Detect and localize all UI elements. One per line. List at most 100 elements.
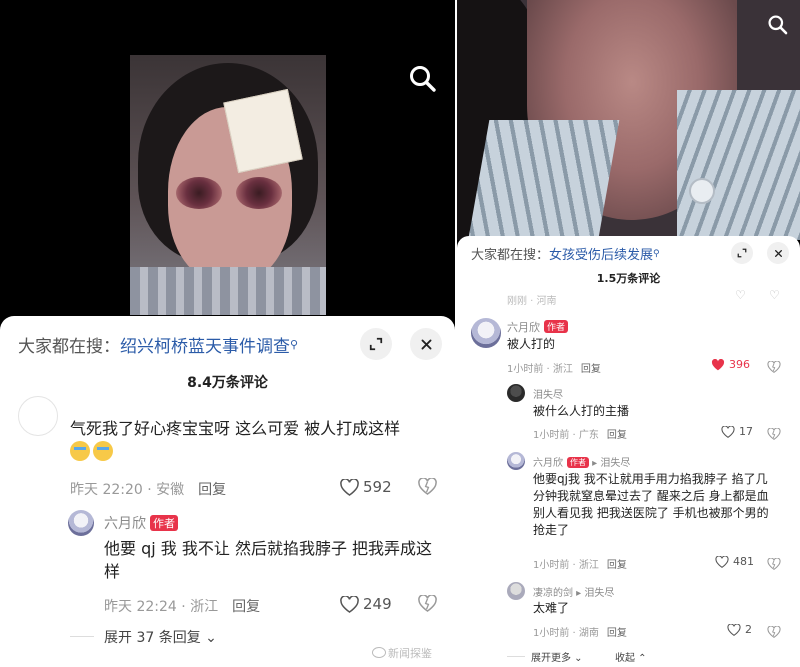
search-suggestion[interactable]: 大家都在搜：女孩受伤后续发展⚲ [471, 244, 660, 263]
chevron-up-icon: ⌃ [635, 653, 647, 664]
comment-count: 1.5万条评论 [596, 272, 661, 285]
photo-gown [130, 267, 326, 315]
comment-username[interactable]: 六月欣 作者 [104, 513, 178, 533]
comment-text: 被人打的 [507, 337, 556, 351]
comment-text-content: 气死我了好心疼宝宝呀 这么可爱 被人打成这样 [70, 419, 401, 438]
search-icon[interactable] [767, 14, 789, 36]
author-badge: 作者 [544, 320, 569, 333]
dislike-icon[interactable] [767, 358, 781, 377]
comment-text: 被什么人打的主播 [533, 404, 630, 418]
comment-meta: 昨天 22:20 · 安徽 回复 [70, 479, 226, 499]
avatar[interactable] [18, 396, 58, 436]
expand-replies-label: 展开 37 条回复 [104, 630, 201, 646]
reply-button[interactable]: 回复 [198, 482, 226, 498]
comment-username[interactable]: 六月欣 作者 [507, 319, 569, 335]
heart-icon [340, 595, 359, 613]
close-icon[interactable] [410, 328, 442, 360]
comment-sheet: 大家都在搜：女孩受伤后续发展⚲ 1.5万条评论 刚刚 · 河南 ♡ ♡ 六月欣作… [457, 236, 800, 667]
reply-button[interactable]: 回复 [607, 628, 627, 639]
search-suggestion[interactable]: 大家都在搜：绍兴柯桥蓝天事件调查⚲ [18, 332, 298, 357]
search-suggestion-query[interactable]: 女孩受伤后续发展 [549, 248, 653, 263]
comment-time: 1小时前 · 浙江 [507, 364, 573, 375]
like-count: 17 [739, 425, 753, 438]
like-count: 396 [729, 358, 750, 371]
avatar[interactable] [507, 582, 525, 600]
watermark-text: 新闻探鉴 [388, 647, 432, 660]
dislike-icon[interactable] [418, 594, 437, 616]
comment-sheet: 大家都在搜：绍兴柯桥蓝天事件调查⚲ 8.4万条评论 气死我了好心疼宝宝呀 这么可… [0, 316, 455, 667]
dislike-icon[interactable] [767, 623, 781, 642]
reply-arrow-icon: ▸ [573, 588, 585, 599]
avatar[interactable] [507, 384, 525, 402]
close-icon[interactable] [767, 242, 789, 264]
expand-more-label: 展开更多 [531, 653, 571, 664]
reply-button[interactable]: 回复 [581, 364, 601, 375]
expand-more-button[interactable]: 展开更多 ⌄ [531, 649, 583, 664]
photo-eye-right [236, 177, 282, 209]
video-frame-neck[interactable] [457, 0, 800, 240]
reply-to-username[interactable]: 泪失尽 [600, 458, 630, 469]
like-button[interactable]: 592 [340, 478, 392, 496]
comment-time: 1小时前 · 广东 [533, 430, 599, 441]
reply-button[interactable]: 回复 [232, 599, 260, 615]
divider [70, 636, 94, 637]
comment-meta: 1小时前 · 浙江 回复 [507, 360, 601, 375]
like-button[interactable]: 396 [711, 358, 750, 371]
avatar[interactable] [68, 510, 94, 536]
heart-icon [340, 478, 359, 496]
expand-icon[interactable] [731, 242, 753, 264]
comment-text: 气死我了好心疼宝宝呀 这么可爱 被人打成这样 [70, 418, 440, 464]
search-suggestion-prefix: 大家都在搜： [471, 248, 550, 263]
heart-icon[interactable]: ♡ [735, 288, 746, 302]
comment-time: 昨天 22:24 · 浙江 [104, 599, 219, 615]
like-button[interactable]: 481 [715, 555, 754, 568]
comment-time: 1小时前 · 湖南 [533, 628, 599, 639]
photo-collar-left [464, 120, 620, 240]
username-text: 六月欣 [507, 321, 540, 334]
like-button[interactable]: 17 [721, 425, 753, 438]
like-count: 592 [363, 478, 392, 496]
dislike-icon[interactable] [767, 425, 781, 444]
dislike-icon[interactable] [418, 477, 437, 499]
reply-to-username[interactable]: 泪失尽 [584, 588, 614, 599]
left-screenshot: 大家都在搜：绍兴柯桥蓝天事件调查⚲ 8.4万条评论 气死我了好心疼宝宝呀 这么可… [0, 0, 455, 667]
dislike-icon[interactable] [767, 555, 781, 574]
search-suggestion-prefix: 大家都在搜： [18, 337, 120, 357]
previous-comment-meta: 刚刚 · 河南 [507, 296, 557, 307]
heart-icon [721, 425, 735, 438]
reply-button[interactable]: 回复 [607, 430, 627, 441]
dislike-icon[interactable]: ♡ [769, 288, 780, 302]
like-count: 481 [733, 555, 754, 568]
like-count: 249 [363, 595, 392, 613]
avatar[interactable] [507, 452, 525, 470]
collapse-label: 收起 [615, 653, 635, 664]
like-button[interactable]: 2 [727, 623, 752, 636]
username-text: 六月欣 [533, 458, 563, 469]
comment-username[interactable]: 凄凉的剑 ▸ 泪失尽 [533, 584, 614, 599]
loudly-crying-emoji [70, 440, 90, 461]
comment-text: 太难了 [533, 601, 570, 615]
like-button[interactable]: 249 [340, 595, 392, 613]
avatar[interactable] [471, 318, 501, 348]
weibo-watermark: 新闻探鉴 [372, 645, 432, 661]
collapse-button[interactable]: 收起 ⌃ [615, 649, 647, 664]
photo-shirt-button [689, 178, 715, 204]
comment-meta: 昨天 22:24 · 浙江 回复 [104, 596, 260, 616]
loudly-crying-emoji [93, 440, 113, 461]
video-frame-face[interactable] [130, 55, 326, 315]
heart-icon [715, 555, 729, 568]
comment-username[interactable]: 六月欣 作者 ▸ 泪失尽 [533, 454, 630, 469]
divider [507, 656, 525, 657]
expand-replies-button[interactable]: 展开 37 条回复 ⌄ [104, 627, 217, 647]
search-small-icon: ⚲ [653, 249, 660, 259]
search-icon[interactable] [408, 64, 438, 94]
search-suggestion-query[interactable]: 绍兴柯桥蓝天事件调查 [120, 337, 290, 357]
reply-arrow-icon: ▸ [589, 458, 601, 469]
chevron-down-icon: ⌄ [571, 653, 583, 664]
comment-username[interactable]: 泪失尽 [533, 386, 563, 401]
comment-time: 昨天 22:20 · 安徽 [70, 482, 185, 498]
reply-button[interactable]: 回复 [607, 560, 627, 571]
photo-eye-left [176, 177, 222, 209]
expand-icon[interactable] [360, 328, 392, 360]
heart-icon [711, 358, 725, 370]
